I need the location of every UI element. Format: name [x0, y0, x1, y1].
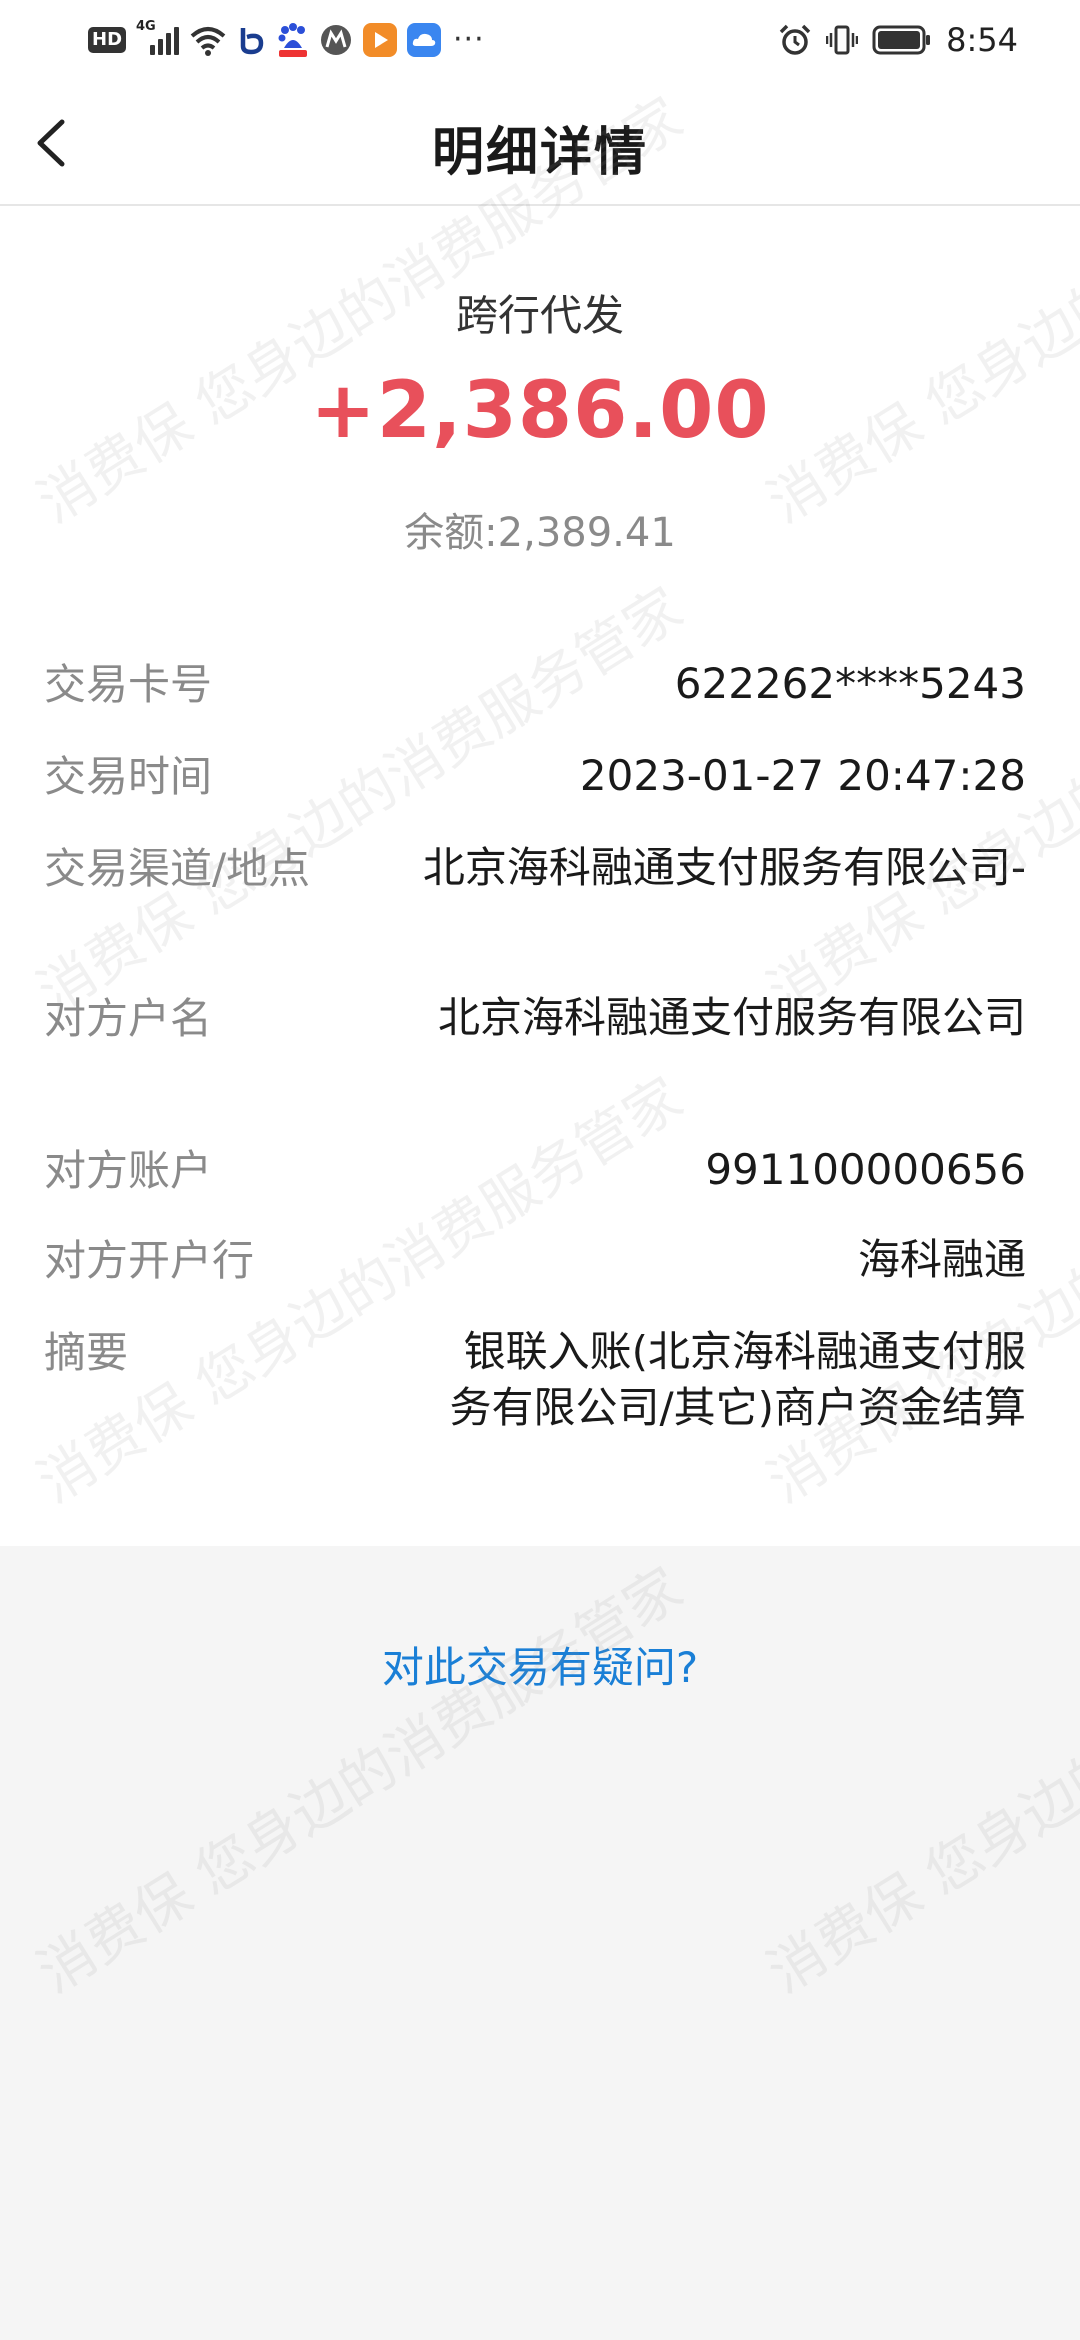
account-balance: 余额:2,389.41	[404, 510, 676, 556]
baidu-icon	[278, 23, 308, 57]
network-type-label: 4G	[136, 19, 156, 34]
transaction-amount: +2,386.00	[310, 366, 770, 456]
detail-row-summary: 摘要 银联入账(北京海科融通支付服务有限公司/其它)商户资金结算	[0, 1324, 1080, 1504]
app-notification-icon	[240, 28, 264, 55]
vibrate-icon	[826, 25, 859, 55]
detail-label: 对方账户	[44, 1146, 213, 1195]
detail-label: 对方户名	[44, 994, 213, 1043]
detail-row-counterparty-account: 对方账户 991100000656	[0, 1142, 1080, 1232]
battery-icon	[872, 25, 931, 55]
watermark-text: 消费保 您身边的消费服务管家	[756, 1555, 1080, 2007]
video-app-icon	[363, 23, 398, 57]
status-bar-left: HD 4G ···	[88, 19, 485, 58]
detail-value: 银联入账(北京海科融通支付服务有限公司/其它)商户资金结算	[449, 1327, 1026, 1432]
metro-app-icon	[321, 25, 352, 55]
watermark-text: 消费保 您身边的消费服务管家	[26, 1555, 694, 2007]
hd-icon: HD	[88, 27, 127, 53]
detail-value: 海科融通	[857, 1235, 1026, 1284]
wifi-icon	[190, 27, 226, 56]
detail-label: 交易卡号	[44, 660, 213, 709]
detail-row-time: 交易时间 2023-01-27 20:47:28	[0, 748, 1080, 840]
detail-value: 北京海科融通支付服务有限公司	[437, 993, 1026, 1042]
page-title: 明细详情	[431, 123, 648, 183]
detail-row-counterparty-bank: 对方开户行 海科融通	[0, 1232, 1080, 1324]
status-time: 8:54	[946, 21, 1018, 59]
detail-label: 交易时间	[44, 752, 213, 801]
detail-value: 622262****5243	[674, 659, 1026, 708]
detail-row-channel: 交易渠道/地点 北京海科融通支付服务有限公司-	[0, 840, 1080, 990]
detail-label: 交易渠道/地点	[44, 844, 311, 893]
transaction-type: 跨行代发	[455, 291, 624, 340]
detail-list: 交易卡号 622262****5243 交易时间 2023-01-27 20:4…	[0, 656, 1080, 1504]
alarm-icon	[779, 24, 811, 55]
transaction-detail-screen: HD 4G ··· 8:54 明细详情 跨行代发 +2,386.00 余额:2,…	[0, 0, 1080, 2340]
cloud-app-icon	[407, 23, 442, 57]
detail-value: 991100000656	[705, 1145, 1026, 1194]
detail-label: 摘要	[44, 1328, 129, 1377]
detail-row-counterparty-name: 对方户名 北京海科融通支付服务有限公司	[0, 990, 1080, 1142]
detail-row-card-number: 交易卡号 622262****5243	[0, 656, 1080, 748]
transaction-detail-panel: 跨行代发 +2,386.00 余额:2,389.41 交易卡号 622262**…	[0, 206, 1080, 1546]
cellular-signal-icon: 4G	[136, 19, 180, 55]
status-bar: HD 4G ··· 8:54	[0, 0, 1080, 80]
navigation-bar: 明细详情	[0, 80, 1080, 206]
transaction-question-link[interactable]: 对此交易有疑问?	[0, 1634, 1080, 1695]
status-bar-right: 8:54	[778, 20, 1018, 60]
detail-value: 北京海科融通支付服务有限公司-	[422, 843, 1026, 892]
more-notifications-icon: ···	[453, 22, 485, 57]
detail-value: 2023-01-27 20:47:28	[579, 751, 1026, 800]
detail-label: 对方开户行	[44, 1236, 255, 1285]
